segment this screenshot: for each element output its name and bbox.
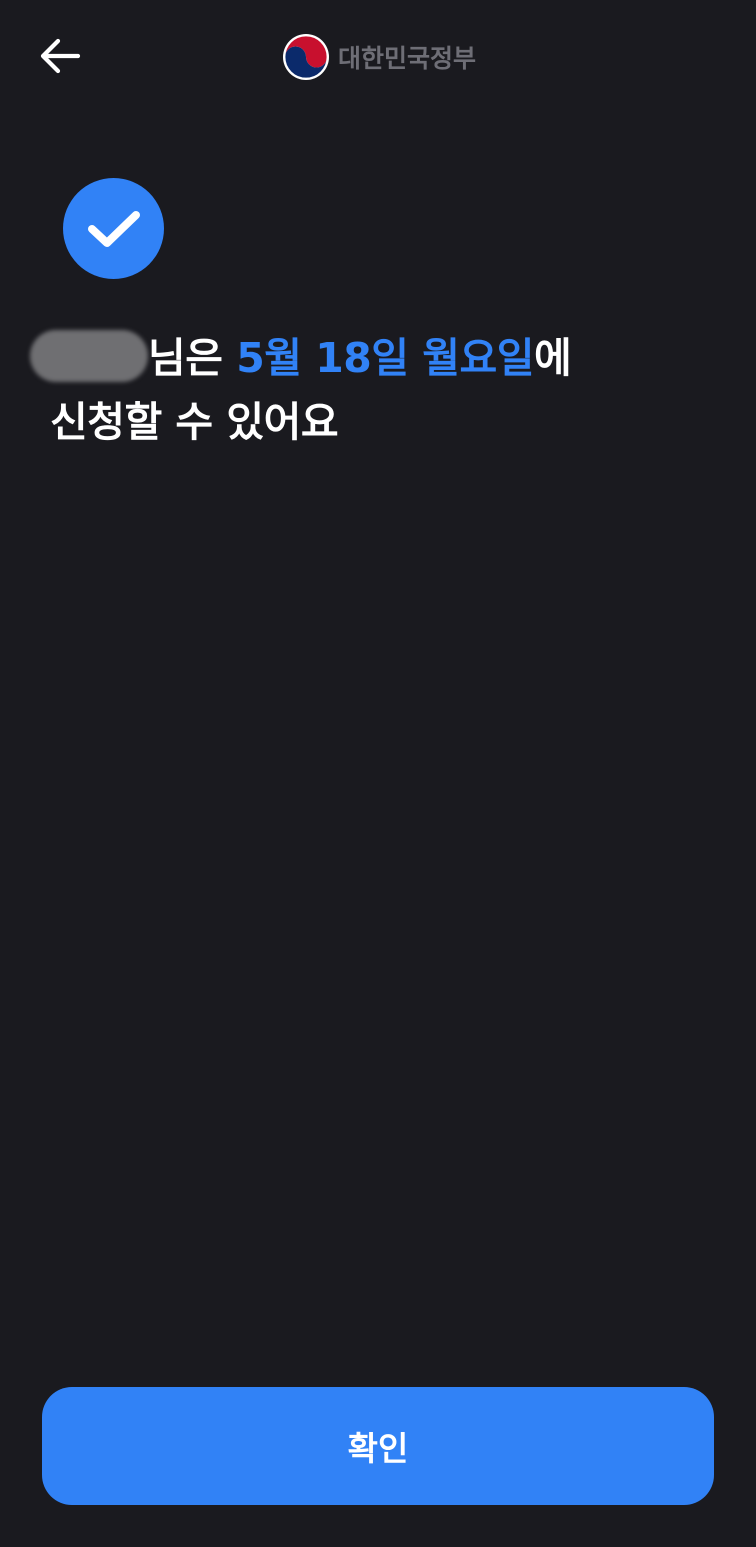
date-suffix: 에	[533, 334, 572, 382]
korea-government-emblem-icon	[283, 34, 329, 80]
name-suffix: 님은	[148, 334, 237, 382]
top-bar: 대한민국정부	[0, 0, 756, 112]
eligibility-message: 님은 5월 18일 월요일에 신청할 수 있어요	[30, 326, 720, 454]
redacted-user-name	[30, 330, 148, 382]
success-badge	[63, 178, 164, 279]
back-button[interactable]	[30, 28, 90, 84]
brand-name: 대한민국정부	[338, 44, 477, 73]
arrow-left-icon	[40, 38, 81, 74]
message-line-2: 신청할 수 있어요	[50, 398, 339, 446]
application-date: 5월 18일 월요일	[236, 334, 534, 382]
government-brand: 대한민국정부	[282, 33, 476, 81]
confirm-button[interactable]: 확인	[42, 1387, 714, 1505]
check-circle-icon	[87, 210, 140, 247]
